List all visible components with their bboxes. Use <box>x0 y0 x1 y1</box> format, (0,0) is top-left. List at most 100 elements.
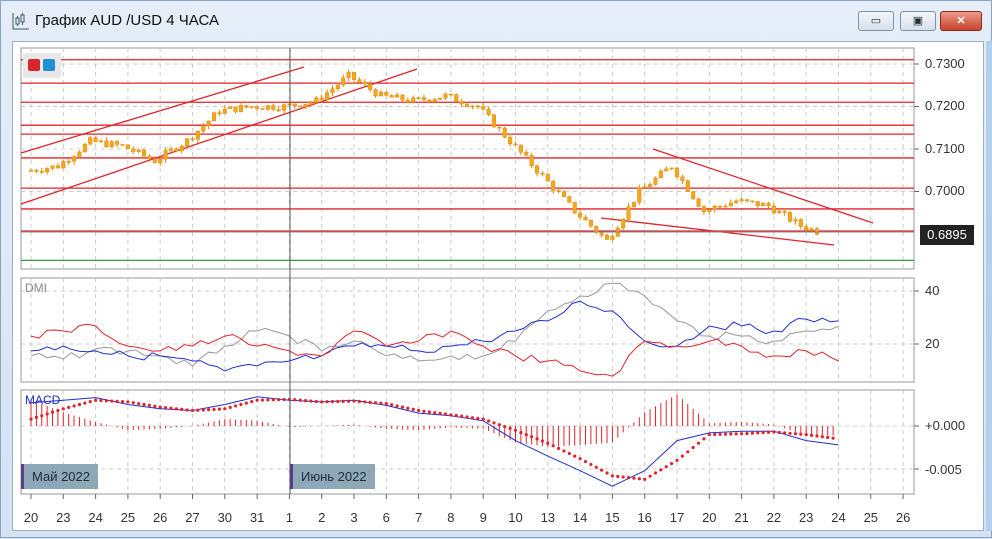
signal-dot <box>174 407 178 411</box>
candle <box>260 108 265 110</box>
candle <box>45 168 50 173</box>
candle <box>750 200 755 203</box>
candle <box>287 103 292 106</box>
signal-dot <box>314 399 318 404</box>
candle <box>637 187 642 203</box>
candle <box>475 105 480 108</box>
signal-dot <box>718 432 722 436</box>
blue-square-icon[interactable] <box>43 59 55 71</box>
candle <box>211 112 217 122</box>
candle <box>502 127 507 138</box>
candle <box>28 170 34 172</box>
x-axis-label: 15 <box>605 510 620 525</box>
candle <box>362 81 367 85</box>
month-label-may: Май 2022 <box>21 464 98 489</box>
candle <box>648 184 653 187</box>
signal-dot <box>524 433 528 437</box>
signal-dot <box>330 400 335 404</box>
candle <box>771 205 776 214</box>
dmi-tick: 40 <box>925 283 940 298</box>
signal-dot <box>77 402 82 407</box>
price-tick: 0.7000 <box>925 183 965 198</box>
candle <box>168 148 174 151</box>
signal-dot <box>556 446 561 450</box>
candle <box>292 103 297 106</box>
signal-dot <box>266 398 270 402</box>
trend-line <box>20 66 305 154</box>
signal-dot <box>750 431 754 435</box>
signal-dot <box>325 400 329 404</box>
signal-dot <box>185 408 189 412</box>
candle <box>481 106 486 110</box>
signal-dot <box>513 428 518 432</box>
candle <box>400 94 405 101</box>
x-axis-label: 6 <box>382 510 390 525</box>
signal-dot <box>406 406 410 410</box>
signal-dot <box>460 414 464 418</box>
signal-dot <box>826 435 830 440</box>
candle <box>120 144 125 146</box>
signal-dot <box>573 454 577 458</box>
signal-dot <box>696 441 701 445</box>
candle <box>621 219 626 229</box>
x-axis-label: 25 <box>863 510 879 525</box>
signal-dot <box>137 402 141 406</box>
candle <box>518 144 523 153</box>
signal-dot <box>34 415 38 419</box>
signal-dot <box>282 397 286 402</box>
candle <box>766 203 771 207</box>
candle <box>368 83 373 90</box>
candle <box>486 109 491 115</box>
candle <box>190 138 195 140</box>
signal-dot <box>384 402 388 406</box>
candle <box>718 205 723 208</box>
current-price-label: 0.6895 <box>920 225 974 245</box>
signal-dot <box>104 399 108 403</box>
candle <box>594 225 599 233</box>
signal-dot <box>379 401 383 405</box>
candle <box>561 191 567 197</box>
signal-dot <box>61 407 65 411</box>
signal-dot <box>772 430 776 434</box>
candle <box>34 170 39 172</box>
signal-dot <box>481 417 485 421</box>
signal-dot <box>110 399 114 403</box>
candle <box>395 94 400 98</box>
candle <box>744 199 750 202</box>
signal-dot <box>610 474 615 478</box>
candle <box>104 140 109 148</box>
signal-dot <box>271 398 275 402</box>
signal-dot <box>702 437 706 441</box>
signal-dot <box>163 406 168 410</box>
candle <box>222 108 227 114</box>
red-square-icon[interactable] <box>28 59 40 71</box>
signal-dot <box>190 408 195 413</box>
signal-dot <box>632 476 636 480</box>
x-axis-label: 20 <box>23 510 39 525</box>
candle <box>405 99 410 103</box>
candle <box>314 97 319 103</box>
chart-canvas[interactable] <box>1 1 992 539</box>
x-axis-label: 8 <box>447 510 455 525</box>
candle <box>384 91 389 96</box>
x-axis-label: 2 <box>318 510 326 525</box>
chart-window: График AUD /USD 4 ЧАСА ▭ ▣ ✕ 0.7300 0.72… <box>0 0 992 538</box>
signal-dot <box>320 400 324 404</box>
x-axis-label: 23 <box>56 510 71 525</box>
x-axis-label: 26 <box>895 510 911 525</box>
candle <box>599 232 604 236</box>
signal-dot <box>476 416 480 421</box>
x-axis-label: 3 <box>350 510 358 525</box>
signal-dot <box>583 459 588 464</box>
signal-dot <box>427 410 431 414</box>
candle <box>734 200 739 204</box>
signal-dot <box>438 411 442 415</box>
signal-dot <box>45 412 49 416</box>
signal-dot <box>67 405 71 409</box>
candle <box>228 106 233 110</box>
candle <box>174 148 179 152</box>
candle <box>88 137 93 145</box>
signal-dot <box>637 477 641 481</box>
legend-box <box>23 53 61 78</box>
signal-dot <box>831 436 835 440</box>
